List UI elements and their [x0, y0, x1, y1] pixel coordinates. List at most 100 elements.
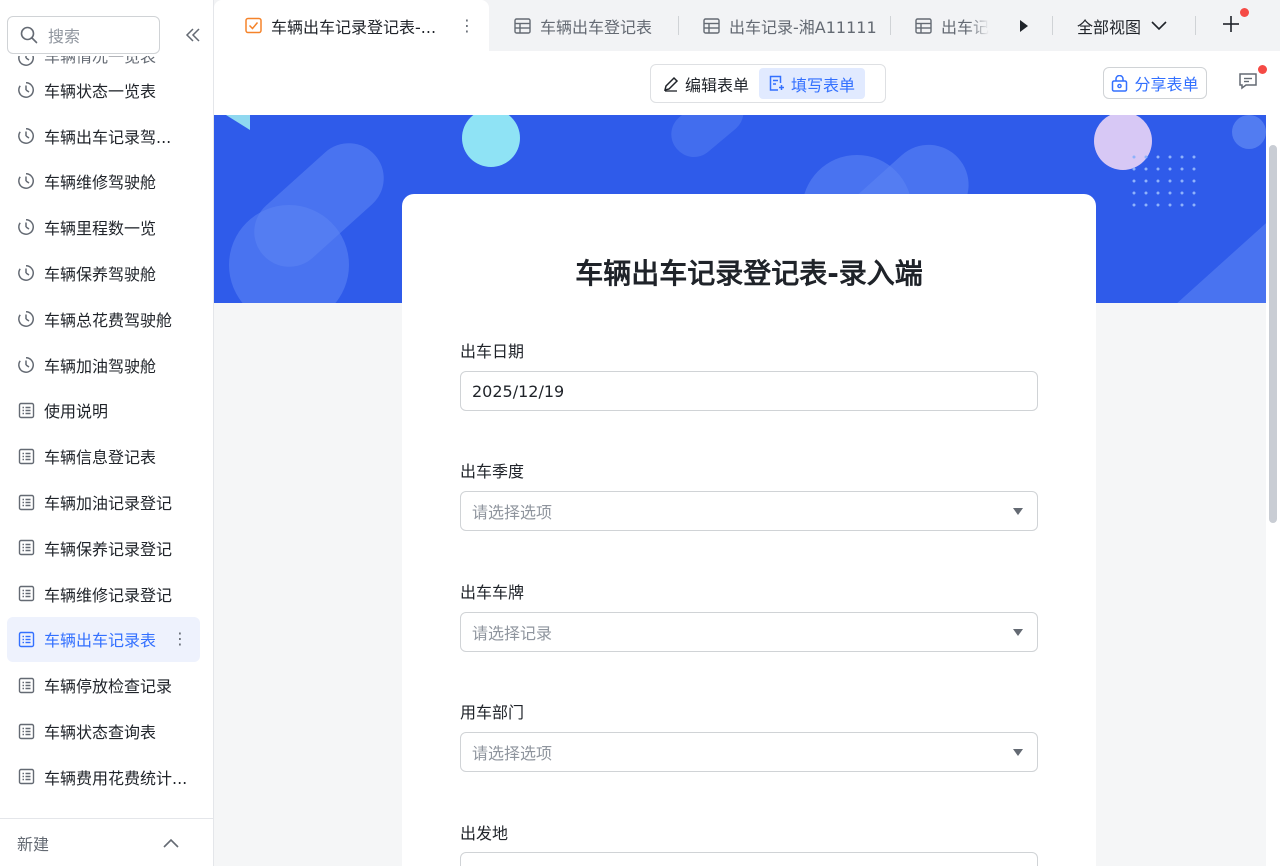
double-chevron-left-icon	[185, 28, 200, 42]
sidebar-item[interactable]: 车辆维修驾驶舱	[7, 159, 200, 205]
quarter-select[interactable]: 请选择选项	[460, 491, 1038, 531]
sidebar-item[interactable]: 车辆维修记录登记	[7, 571, 200, 617]
form-title: 车辆出车记录登记表-录入端	[575, 257, 923, 290]
sidebar-item-label: 车辆加油记录登记	[44, 494, 173, 514]
all-views-dropdown[interactable]: 全部视图	[1077, 0, 1167, 51]
form-icon	[245, 17, 262, 34]
grid-icon	[915, 17, 932, 34]
department-select[interactable]: 请选择选项	[460, 732, 1038, 772]
sidebar-item-label: 车辆维修记录登记	[44, 585, 173, 605]
field-label-origin: 出发地	[460, 824, 509, 843]
departure-date-input[interactable]: 2025/12/19	[460, 371, 1038, 411]
scrollbar-thumb[interactable]	[1269, 145, 1277, 523]
tab-form-view[interactable]: 车辆出车记录登记表-... ⋮	[214, 0, 489, 51]
sidebar-item-label: 车辆总花费驾驶舱	[44, 310, 173, 330]
tab-separator	[890, 16, 891, 35]
sidebar-item[interactable]: 车辆情况一览表	[7, 56, 200, 67]
sidebar-item-label: 车辆信息登记表	[44, 448, 157, 468]
search-input[interactable]: 搜索	[7, 16, 160, 54]
pencil-icon	[663, 76, 679, 92]
triangle-right-icon	[1020, 20, 1028, 32]
sidebar-item[interactable]: 车辆保养记录登记	[7, 525, 200, 571]
share-lock-icon	[1112, 74, 1128, 92]
dashboard-icon	[17, 218, 35, 236]
sidebar-item[interactable]: 使用说明	[7, 388, 200, 434]
sidebar-item[interactable]: 车辆停放检查记录	[7, 662, 200, 708]
sidebar-item[interactable]: 车辆里程数一览	[7, 204, 200, 250]
doc-icon	[17, 447, 35, 465]
message-icon	[1239, 73, 1257, 90]
sidebar-item-label: 车辆停放检查记录	[44, 677, 173, 697]
more-options-icon[interactable]: ⋮	[172, 629, 188, 648]
doc-icon	[17, 401, 35, 419]
notification-dot	[1258, 65, 1267, 74]
doc-icon	[17, 768, 35, 786]
tab-grid-view-1[interactable]: 车辆出车登记表	[514, 0, 652, 51]
field-label-plate: 出车车牌	[460, 583, 525, 602]
sidebar-item[interactable]: 车辆加油驾驶舱	[7, 342, 200, 388]
plate-select[interactable]: 请选择记录	[460, 612, 1038, 652]
notification-dot	[1240, 8, 1249, 17]
sidebar-item[interactable]: 车辆总花费驾驶舱	[7, 296, 200, 342]
doc-icon	[17, 722, 35, 740]
search-placeholder: 搜索	[48, 27, 81, 46]
dropdown-caret-icon	[1013, 749, 1023, 756]
dashboard-icon	[17, 264, 35, 282]
chevron-up-icon[interactable]	[163, 838, 179, 848]
doc-icon	[17, 493, 35, 511]
tab-separator	[678, 16, 679, 35]
doc-icon	[17, 630, 35, 648]
fill-form-button[interactable]: 填写表单	[759, 68, 866, 99]
add-view-button[interactable]	[1222, 15, 1240, 37]
tab-label: 出车记录-湘A11111	[729, 17, 877, 37]
share-form-label: 分享表单	[1134, 75, 1199, 94]
scroll-tabs-right-button[interactable]	[1019, 18, 1029, 37]
dropdown-caret-icon	[1013, 629, 1023, 636]
sidebar-item-label: 车辆情况一览表	[44, 56, 157, 66]
dashboard-icon	[17, 172, 35, 190]
dashboard-icon	[17, 127, 35, 145]
search-row: 搜索	[7, 16, 200, 54]
vertical-scrollbar[interactable]	[1266, 115, 1280, 866]
fill-form-icon	[769, 75, 785, 91]
sidebar-item-label: 车辆出车记录表	[44, 631, 157, 651]
share-form-button[interactable]: 分享表单	[1103, 67, 1207, 99]
collapse-sidebar-button[interactable]	[179, 24, 207, 46]
sidebar-item-label: 车辆费用花费统计...	[44, 768, 188, 788]
grid-icon	[703, 17, 720, 34]
grid-icon	[514, 17, 531, 34]
tab-more-icon[interactable]: ⋮	[459, 16, 475, 35]
field-placeholder: 请选择选项	[472, 744, 553, 763]
sidebar-item[interactable]: 车辆出车记录驾...	[7, 113, 200, 159]
doc-icon	[17, 585, 35, 603]
sidebar-item[interactable]: 车辆信息登记表	[7, 433, 200, 479]
field-label-quarter: 出车季度	[460, 462, 525, 481]
edit-form-button[interactable]: 编辑表单	[654, 68, 759, 99]
search-icon	[20, 26, 38, 44]
tab-grid-view-3[interactable]: 出车记	[915, 0, 1011, 51]
sidebar-item-label: 车辆出车记录驾...	[44, 127, 172, 147]
form-content-area: 车辆出车记录登记表-录入端 出车日期 2025/12/19 出车季度 请选择选项…	[214, 115, 1266, 866]
message-button[interactable]	[1238, 71, 1258, 95]
sidebar-item[interactable]: 车辆保养驾驶舱	[7, 250, 200, 296]
field-label-departure-date: 出车日期	[460, 342, 525, 361]
tab-separator	[1195, 16, 1196, 35]
sidebar-item[interactable]: 车辆状态查询表	[7, 708, 200, 754]
sidebar: 搜索 车辆情况一览表 车辆状态一览表车辆出车记录驾... 车辆维修驾驶舱车辆里程数一…	[0, 0, 214, 866]
tab-grid-view-2[interactable]: 出车记录-湘A11111	[703, 0, 877, 51]
tab-label: 出车记	[941, 17, 990, 37]
sidebar-item[interactable]: 车辆加油记录登记	[7, 479, 200, 525]
doc-icon	[17, 676, 35, 694]
dashboard-icon	[17, 56, 35, 67]
sidebar-item[interactable]: 车辆出车记录表 ⋮	[7, 616, 200, 663]
field-value: 2025/12/19	[472, 381, 565, 401]
sidebar-footer[interactable]: 新建	[0, 818, 213, 866]
sidebar-item[interactable]: 车辆状态一览表	[7, 67, 200, 113]
field-label-department: 用车部门	[460, 703, 525, 722]
tab-label: 车辆出车记录登记表-...	[271, 17, 437, 37]
sidebar-item-label: 车辆维修驾驶舱	[44, 173, 157, 193]
form-toolbar: 编辑表单 填写表单 分享表单	[214, 51, 1280, 115]
sidebar-item[interactable]: 车辆费用花费统计...	[7, 754, 200, 800]
fill-form-label: 填写表单	[791, 75, 856, 95]
origin-input[interactable]	[460, 852, 1038, 866]
